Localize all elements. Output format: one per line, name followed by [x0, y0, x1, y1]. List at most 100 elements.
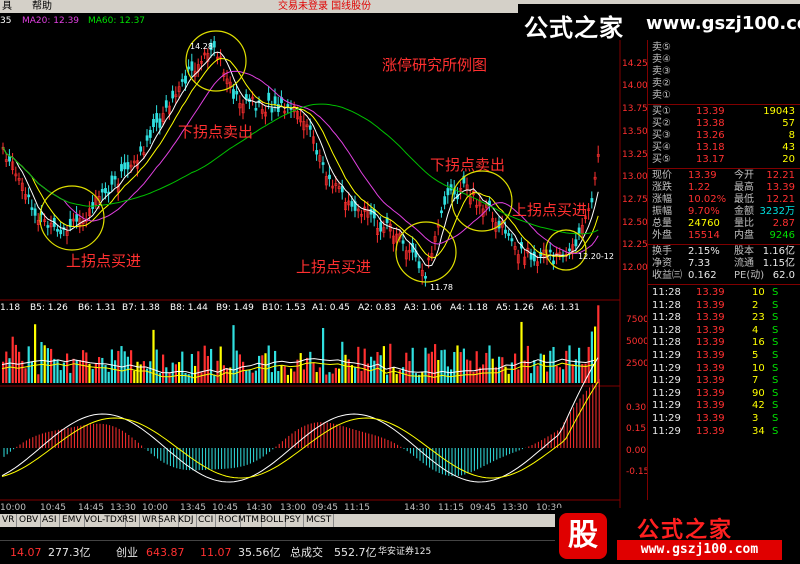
- b-label: 1.18: [0, 303, 20, 313]
- price-tick: 12.25: [622, 240, 647, 250]
- watermark-bottom: 股 公式之家 www.gszj100.com: [555, 508, 800, 563]
- vol-tick: 2500: [626, 359, 647, 369]
- quote-row: 涨幅 10.02% 最低 12.21: [648, 194, 800, 206]
- tick-volume: 10: [752, 362, 765, 374]
- quote-row: 净资 7.33 流通 1.15亿: [648, 258, 800, 270]
- a-label: A4: 1.18: [450, 303, 488, 313]
- menu-help[interactable]: 帮助: [32, 0, 52, 13]
- tick-row: 11:29 13.39 42 S: [648, 400, 800, 412]
- time-tick: 11:15: [438, 503, 464, 513]
- quote-label: 涨跌: [652, 182, 672, 193]
- quote-panel: 卖⑤ 卖④ 卖③ 卖② 卖① 买① 13.39 19043 买② 13.38 57 买③…: [647, 40, 800, 500]
- tick-price: 13.39: [696, 312, 725, 324]
- tick-row: 11:29 13.39 90 S: [648, 388, 800, 400]
- tab-mcst[interactable]: MCST: [304, 514, 335, 527]
- time-tick: 13:30: [110, 503, 136, 513]
- price-tick: 13.00: [622, 172, 647, 182]
- annotation-sell-2: 下拐点卖出: [430, 156, 505, 174]
- tab-psy[interactable]: PSY: [282, 514, 304, 527]
- watermark-url: www.gszj100.com: [646, 13, 800, 34]
- macd-tick: 0.00: [626, 446, 646, 456]
- tick-time: 11:29: [652, 362, 681, 374]
- status-bar: 14.07 277.3亿 创业 643.87 11.07 35.56亿 总成交 …: [0, 540, 555, 564]
- time-tick: 13:45: [180, 503, 206, 513]
- b-label: B10: 1.53: [262, 303, 306, 313]
- bid-label: 买③: [652, 130, 671, 141]
- bid-label: 买⑤: [652, 154, 671, 165]
- bid-price: 13.39: [696, 106, 725, 117]
- b-label: B9: 1.49: [216, 303, 254, 313]
- tick-row: 11:29 13.39 5 S: [648, 350, 800, 362]
- quote-label: 总量: [652, 218, 672, 229]
- tab-cci[interactable]: CCI: [196, 514, 217, 527]
- time-tick: 09:45: [470, 503, 496, 513]
- tick-time: 11:29: [652, 400, 681, 412]
- tick-side: S: [772, 337, 779, 349]
- macd-tick: 0.15: [626, 424, 646, 434]
- menu-tools[interactable]: 具: [2, 0, 12, 13]
- login-notice: 交易未登录 国线股份: [278, 1, 372, 12]
- status-value: 277.3亿: [48, 546, 91, 559]
- quote-value: 12.21: [766, 194, 795, 205]
- tick-time: 11:28: [652, 337, 681, 349]
- bid-label: 买①: [652, 106, 671, 117]
- tick-price: 13.39: [696, 287, 725, 298]
- b-label: B8: 1.44: [170, 303, 208, 313]
- a-label: A2: 0.83: [358, 303, 396, 313]
- quote-row: 振幅 9.70% 金额 3232万: [648, 206, 800, 218]
- tick-row: 11:28 13.39 16 S: [648, 337, 800, 349]
- b-label: B7: 1.38: [122, 303, 160, 313]
- annotation-buy-3: 上拐点买进: [512, 201, 587, 219]
- price-tick: 13.75: [622, 104, 647, 114]
- tick-side: S: [772, 312, 779, 324]
- ask-row: 卖⑤: [648, 42, 800, 54]
- bid-row: 买② 13.38 57: [648, 118, 800, 130]
- tab-kdj[interactable]: KDJ: [176, 514, 197, 527]
- tab-emv[interactable]: EMV: [60, 514, 85, 527]
- tick-time: 11:29: [652, 413, 681, 424]
- annotation-buy-2: 上拐点买进: [296, 258, 371, 276]
- status-label: 总成交: [290, 546, 323, 559]
- quote-label: 最高: [734, 182, 754, 193]
- quote-value: 2.15%: [688, 246, 720, 257]
- tick-side: S: [772, 350, 779, 361]
- vol-tick: 5000: [626, 337, 647, 347]
- time-tick: 10:00: [0, 503, 26, 513]
- tab-asi[interactable]: ASI: [40, 514, 60, 527]
- quote-label: 换手: [652, 246, 672, 257]
- tick-price: 13.39: [696, 362, 725, 374]
- tab-rsi[interactable]: RSI: [120, 514, 140, 527]
- quote-value: 1.22: [688, 182, 711, 193]
- tick-row: 11:29 13.39 34 S: [648, 426, 800, 438]
- macd-tick: -0.15: [626, 467, 647, 477]
- bid-label: 买②: [652, 118, 671, 129]
- bid-row: 买⑤ 13.17 20: [648, 154, 800, 166]
- tick-time: 11:28: [652, 312, 681, 324]
- quote-label: 现价: [652, 170, 672, 181]
- tick-side: S: [772, 400, 779, 412]
- quote-row: 外盘 15514 内盘 9246: [648, 230, 800, 242]
- tick-price: 13.39: [696, 413, 725, 424]
- bid-volume: 20: [782, 154, 795, 165]
- quote-label: 净资: [652, 258, 672, 269]
- tab-vr[interactable]: VR: [0, 514, 18, 527]
- kline-chart[interactable]: 35 MA20: 12.39 MA60: 12.37 涨停研究所例图 下拐点卖出…: [0, 13, 647, 513]
- tick-time: 11:28: [652, 324, 681, 336]
- ask-label: 卖①: [652, 90, 671, 101]
- tick-side: S: [772, 287, 779, 298]
- tab-obv[interactable]: OBV: [17, 514, 42, 527]
- price-tick: 12.00: [622, 263, 647, 273]
- quote-label: 涨幅: [652, 194, 672, 205]
- bid-label: 买④: [652, 142, 671, 153]
- ask-label: 卖④: [652, 54, 671, 65]
- quote-value: 0.162: [688, 270, 717, 281]
- quote-value: 24760: [688, 218, 720, 229]
- ask-row: 卖①: [648, 90, 800, 102]
- status-value: 552.7亿: [334, 546, 377, 559]
- ask-row: 卖③: [648, 66, 800, 78]
- bid-volume: 43: [782, 142, 795, 153]
- ask-row: 卖④: [648, 54, 800, 66]
- tick-side: S: [772, 425, 779, 437]
- b-label: B5: 1.26: [30, 303, 68, 313]
- status-label: 创业: [116, 546, 138, 559]
